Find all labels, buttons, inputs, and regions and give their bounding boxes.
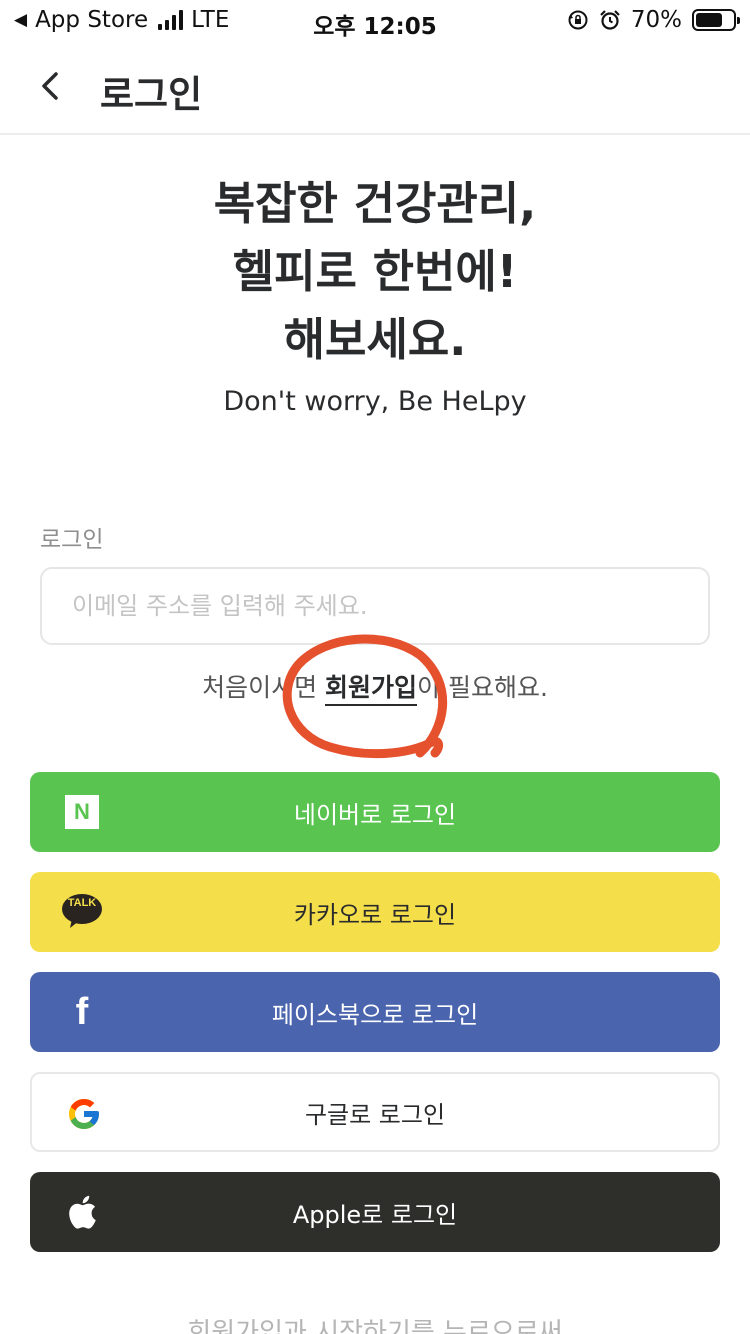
naver-icon: N xyxy=(58,788,106,836)
apple-login-button[interactable]: Apple로 로그인 xyxy=(30,1172,720,1252)
hero-line-3: 해보세요. xyxy=(283,313,467,366)
facebook-login-label: 페이스북으로 로그인 xyxy=(271,1000,479,1029)
apple-icon xyxy=(58,1188,106,1236)
status-bar: ◀ App Store LTE 오후 12:05 70% xyxy=(0,0,750,40)
nav-bar: 로그인 xyxy=(0,40,750,135)
facebook-icon: f xyxy=(58,988,106,1036)
hero-subtitle: Don't worry, Be HeLpy xyxy=(223,386,527,417)
naver-login-button[interactable]: N 네이버로 로그인 xyxy=(30,772,720,852)
terms-notice: 회원가입과 시작하기를 누르으로써 xyxy=(187,1318,563,1334)
battery-icon xyxy=(692,9,740,31)
battery-percent: 70% xyxy=(630,7,682,33)
hero-line-2: 헬피로 한번에! xyxy=(232,245,518,298)
kakao-icon-text: TALK xyxy=(67,897,97,909)
email-field-label: 로그인 xyxy=(40,527,104,553)
google-g-icon xyxy=(69,1099,99,1129)
kakao-talk-icon: TALK xyxy=(58,888,106,936)
status-right: 70% xyxy=(567,7,740,33)
signup-prefix: 처음이시면 xyxy=(202,673,326,702)
email-input[interactable] xyxy=(40,567,710,645)
kakao-login-label: 카카오로 로그인 xyxy=(293,900,457,929)
hero-line-1: 복잡한 건강관리, xyxy=(213,177,537,230)
facebook-icon-letter: f xyxy=(75,991,89,1033)
alarm-icon xyxy=(600,10,620,30)
signup-suffix: 이 필요해요. xyxy=(417,673,548,702)
google-login-label: 구글로 로그인 xyxy=(304,1100,446,1129)
signup-link[interactable]: 회원가입 xyxy=(325,673,418,706)
signup-prompt: 처음이시면 회원가입이 필요해요. xyxy=(0,668,750,706)
login-screen: ◀ App Store LTE 오후 12:05 70% 로그인 복잡한 건강관… xyxy=(0,0,750,1334)
facebook-login-button[interactable]: f 페이스북으로 로그인 xyxy=(30,972,720,1052)
kakao-login-button[interactable]: TALK 카카오로 로그인 xyxy=(30,872,720,952)
rotation-lock-icon xyxy=(568,10,588,30)
google-login-button[interactable]: 구글로 로그인 xyxy=(30,1072,720,1152)
apple-logo-icon xyxy=(69,1195,96,1229)
google-icon xyxy=(60,1090,108,1138)
hero-headline: 복잡한 건강관리, 헬피로 한번에! 해보세요. xyxy=(0,170,750,374)
page-title: 로그인 xyxy=(100,73,203,116)
naver-icon-letter: N xyxy=(65,795,99,829)
apple-login-label: Apple로 로그인 xyxy=(292,1200,458,1229)
naver-login-label: 네이버로 로그인 xyxy=(293,800,457,829)
back-chevron-icon[interactable] xyxy=(30,58,74,114)
